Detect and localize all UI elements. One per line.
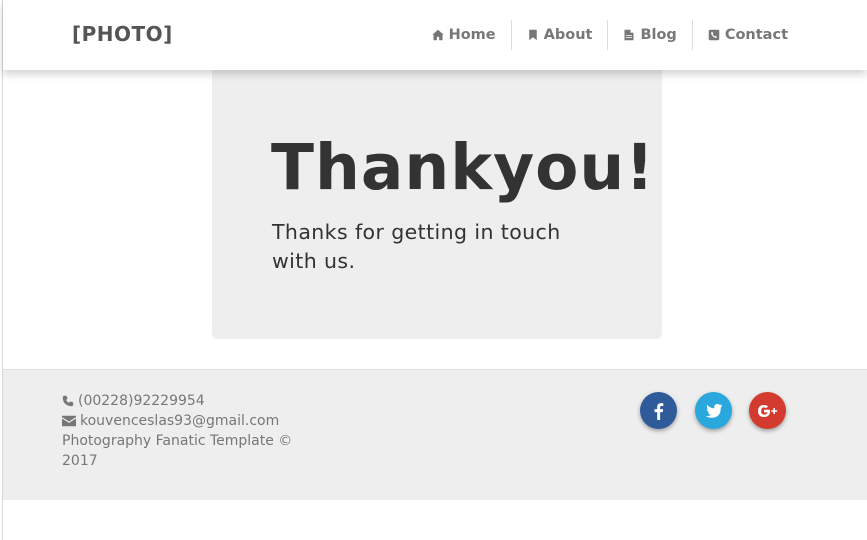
copyright-text: Photography Fanatic Template © 2017 <box>62 433 293 469</box>
nav-item-home[interactable]: Home <box>417 20 511 50</box>
nav-item-label: Home <box>448 27 496 43</box>
nav-item-label: Contact <box>724 27 788 43</box>
nav-item-about[interactable]: About <box>510 20 608 50</box>
phone-number[interactable]: (00228)92229954 <box>78 391 205 411</box>
google-plus-icon <box>757 404 777 417</box>
phone-square-icon <box>708 29 720 41</box>
facebook-button[interactable] <box>640 392 677 429</box>
nav-item-blog[interactable]: Blog <box>607 20 691 50</box>
document-icon <box>624 29 634 41</box>
brand-logo[interactable]: [PHOTO] <box>72 22 173 46</box>
bookmark-icon <box>528 29 537 41</box>
phone-row: (00228)92229954 <box>62 391 302 411</box>
phone-icon <box>62 395 74 407</box>
email-row: kouvenceslas93@gmail.com <box>62 411 302 431</box>
thank-you-card: Thankyou! Thanks for getting in touch wi… <box>212 70 662 339</box>
twitter-icon <box>705 403 722 418</box>
nav-item-label: Blog <box>640 27 677 43</box>
envelope-icon <box>62 415 76 427</box>
main-nav: Home About Blog Contact <box>417 20 803 50</box>
google-plus-button[interactable] <box>749 392 786 429</box>
navbar: [PHOTO] Home About Blog Contact <box>3 0 867 70</box>
nav-item-label: About <box>543 27 593 43</box>
twitter-button[interactable] <box>695 392 732 429</box>
facebook-icon <box>654 402 663 420</box>
page-title: Thankyou! <box>271 131 656 204</box>
email-address[interactable]: kouvenceslas93@gmail.com <box>80 411 279 431</box>
home-icon <box>431 29 444 41</box>
nav-item-contact[interactable]: Contact <box>691 20 803 50</box>
thank-you-message: Thanks for getting in touch with us. <box>272 220 561 273</box>
footer: (00228)92229954 kouvenceslas93@gmail.com… <box>3 369 867 500</box>
footer-contact: (00228)92229954 kouvenceslas93@gmail.com… <box>62 391 302 471</box>
